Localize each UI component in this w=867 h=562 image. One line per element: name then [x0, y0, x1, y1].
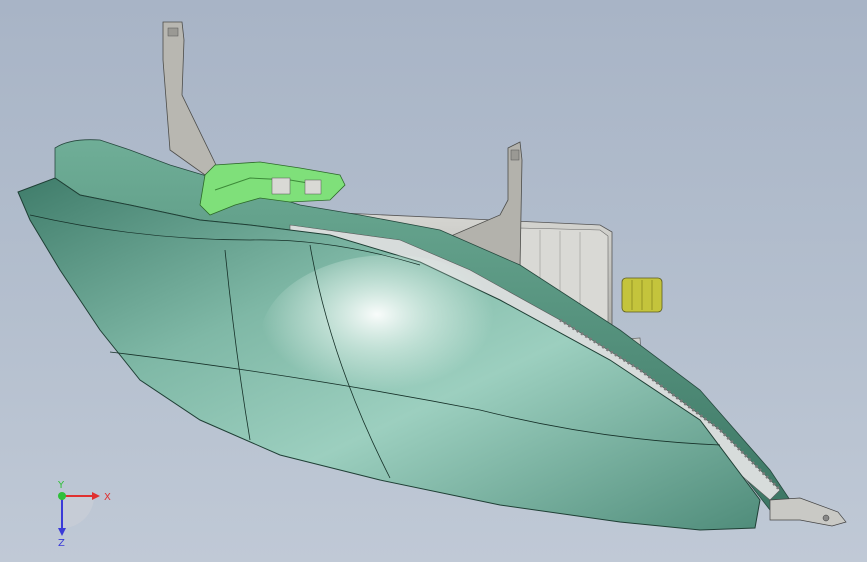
mounting-bracket-left [162, 21, 217, 176]
axis-triad: X Y Z [57, 480, 111, 548]
y-axis-point [58, 492, 66, 500]
x-axis-label: X [104, 492, 111, 503]
headlamp-model[interactable] [0, 0, 867, 562]
x-axis-arrowhead [92, 492, 100, 500]
z-axis-label: Z [58, 538, 65, 548]
3d-viewport[interactable]: X Y Z [0, 0, 867, 562]
tip-bracket [769, 497, 847, 527]
y-axis-label: Y [57, 480, 65, 491]
z-axis-arrowhead [58, 528, 66, 536]
wiring-connector [621, 277, 663, 313]
triad-plane [62, 496, 94, 528]
